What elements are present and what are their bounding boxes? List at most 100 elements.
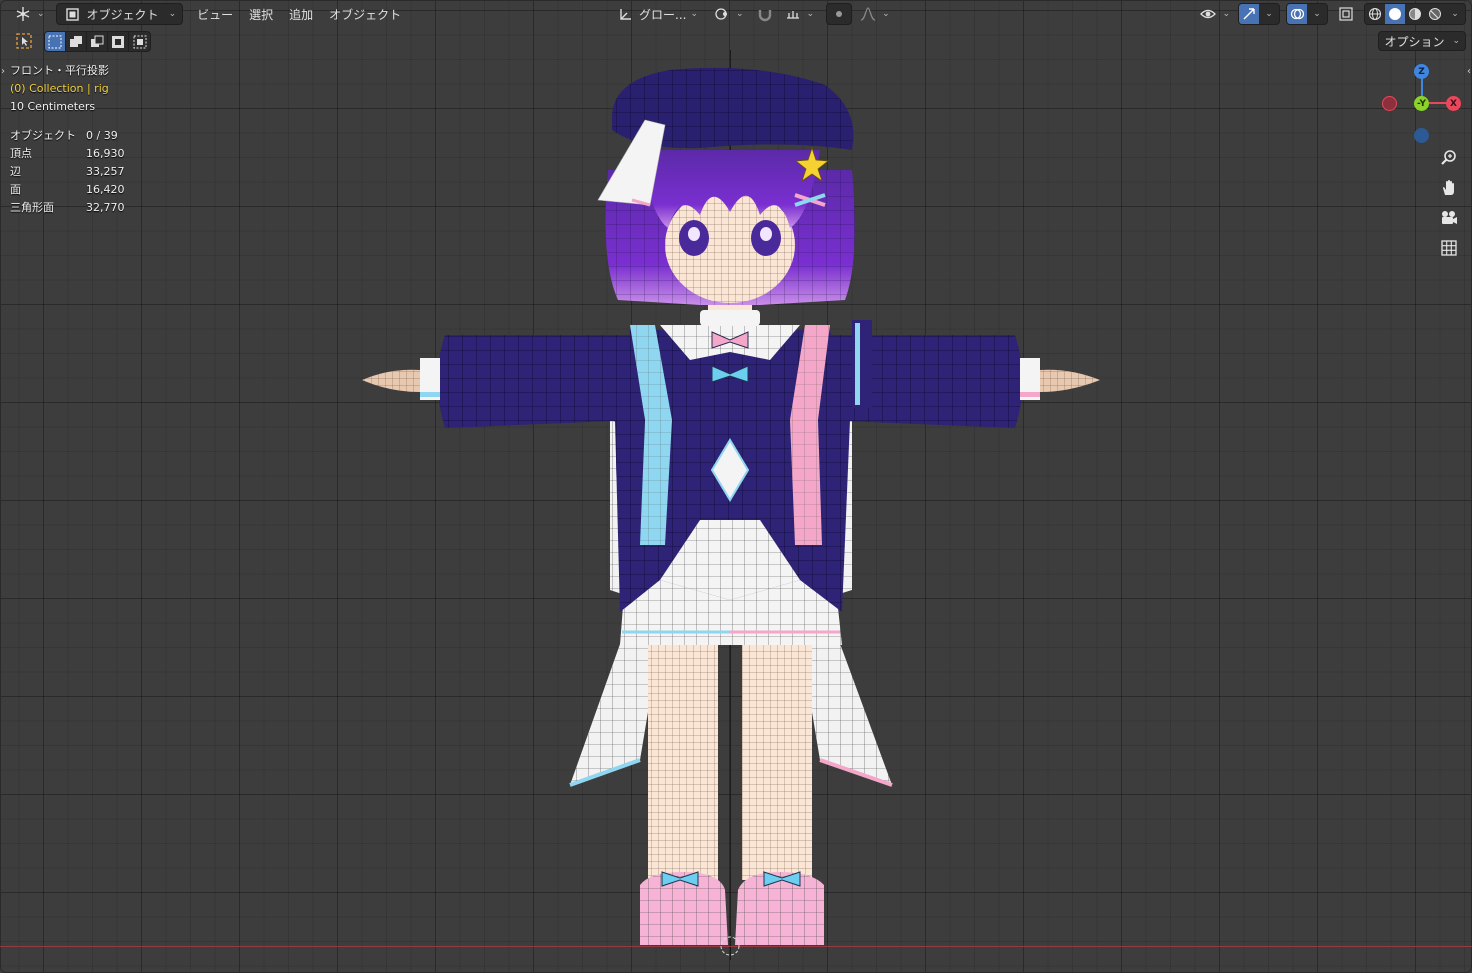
hand-icon bbox=[1443, 180, 1454, 195]
character-model[interactable] bbox=[355, 62, 1105, 960]
tool-settings-row: オプション ⌄ bbox=[0, 30, 1472, 52]
shading-mode-group: ⌄ bbox=[1364, 3, 1466, 25]
stat-row: 頂点 16,930 bbox=[10, 145, 125, 163]
snap-toggle[interactable] bbox=[753, 3, 777, 25]
active-tool-button[interactable] bbox=[14, 32, 34, 50]
viewport-text-overlay: フロント・平行投影 (0) Collection | rig 10 Centim… bbox=[10, 62, 125, 217]
visibility-dropdown[interactable]: ⌄ bbox=[1196, 3, 1232, 25]
editor-type-button[interactable]: ⌄ bbox=[8, 3, 50, 25]
gizmo-y-label: -Y bbox=[1417, 98, 1426, 109]
mode-extend-selection[interactable] bbox=[66, 32, 87, 51]
gizmo-z-label: Z bbox=[1418, 66, 1425, 77]
collection-info: (0) Collection | rig bbox=[10, 82, 109, 95]
proportional-edit-toggle[interactable] bbox=[826, 3, 853, 25]
chevron-down-icon: ⌄ bbox=[1313, 9, 1321, 19]
stat-value: 16,930 bbox=[86, 147, 125, 160]
view-name: フロント・平行投影 bbox=[10, 64, 109, 77]
gizmo-neg-y-axis[interactable]: -Y bbox=[1414, 96, 1429, 111]
gizmo-z-axis[interactable]: Z bbox=[1414, 64, 1429, 79]
menu-view[interactable]: ビュー bbox=[189, 3, 241, 25]
stat-row: オブジェクト 0 / 39 bbox=[10, 127, 125, 145]
material-sphere-icon bbox=[1409, 8, 1421, 20]
mode-new-selection[interactable] bbox=[45, 32, 66, 51]
shading-wireframe[interactable] bbox=[1365, 4, 1385, 24]
overlays-icon bbox=[1290, 8, 1304, 20]
shading-dropdown[interactable]: ⌄ bbox=[1445, 4, 1465, 24]
stat-row: 辺 33,257 bbox=[10, 163, 125, 181]
transform-orientation-label: グロー... bbox=[639, 7, 687, 22]
transform-orientation-dropdown[interactable]: グロー... ⌄ bbox=[610, 3, 703, 25]
shading-solid[interactable] bbox=[1385, 4, 1405, 24]
xray-toggle[interactable] bbox=[1334, 3, 1358, 25]
chevron-down-icon: ⌄ bbox=[1451, 9, 1459, 19]
options-dropdown[interactable]: オプション ⌄ bbox=[1378, 31, 1466, 51]
magnet-icon bbox=[755, 4, 775, 24]
3d-viewport-icon bbox=[13, 4, 33, 24]
gizmo-x-axis[interactable]: X bbox=[1446, 96, 1461, 111]
mode-intersect-selection[interactable] bbox=[129, 32, 150, 51]
object-mode-icon bbox=[63, 4, 83, 24]
overlay-dropdown[interactable]: ⌄ bbox=[1307, 4, 1327, 24]
chevron-down-icon: ⌄ bbox=[806, 9, 815, 19]
global-orientation-icon bbox=[615, 4, 635, 24]
eye-icon bbox=[1198, 4, 1218, 24]
chevron-down-icon: ⌄ bbox=[736, 9, 744, 19]
xray-icon bbox=[1336, 4, 1356, 24]
stat-label: 頂点 bbox=[10, 147, 32, 160]
camera-view-button[interactable] bbox=[1436, 205, 1462, 231]
menu-add[interactable]: 追加 bbox=[281, 3, 321, 25]
gizmo-neg-z-axis[interactable] bbox=[1414, 128, 1429, 143]
chevron-down-icon: ⌄ bbox=[1265, 9, 1273, 19]
overlay-toggle-group: ⌄ bbox=[1286, 3, 1328, 25]
stat-row: 三角形面 32,770 bbox=[10, 199, 125, 217]
gizmo-toggle-group: ⌄ bbox=[1238, 3, 1280, 25]
mode-subtract-selection[interactable] bbox=[87, 32, 108, 51]
menu-object[interactable]: オブジェクト bbox=[321, 3, 409, 25]
mode-label: オブジェクト bbox=[86, 7, 159, 22]
sidebar-expand-icon[interactable]: ‹ bbox=[1467, 66, 1471, 77]
overlay-toggle[interactable] bbox=[1287, 4, 1307, 24]
shading-rendered[interactable] bbox=[1425, 4, 1445, 24]
scene-statistics: オブジェクト 0 / 39 頂点 16,930 辺 33,257 面 16,420 三角… bbox=[10, 127, 125, 217]
gizmo-x-label: X bbox=[1450, 98, 1457, 109]
menu-select[interactable]: 選択 bbox=[241, 3, 281, 25]
stat-label: オブジェクト bbox=[10, 129, 76, 142]
extend-selection-icon bbox=[70, 35, 82, 47]
stat-row: 面 16,420 bbox=[10, 181, 125, 199]
gizmo-toggle[interactable] bbox=[1239, 4, 1259, 24]
snap-target-dropdown[interactable]: ⌄ bbox=[781, 3, 817, 25]
invert-selection-icon bbox=[112, 35, 124, 48]
stat-value: 16,420 bbox=[86, 183, 125, 196]
subtract-selection-icon bbox=[91, 35, 104, 47]
pan-button[interactable] bbox=[1436, 175, 1462, 201]
options-label: オプション bbox=[1384, 34, 1445, 49]
grid-scale: 10 Centimeters bbox=[10, 100, 96, 113]
wireframe-sphere-icon bbox=[1368, 7, 1382, 21]
intersect-selection-icon bbox=[133, 35, 146, 48]
falloff-curve-icon bbox=[858, 4, 878, 24]
proportional-editing-icon bbox=[829, 4, 849, 24]
stat-label: 辺 bbox=[10, 165, 21, 178]
chevron-down-icon: ⌄ bbox=[882, 9, 890, 19]
pivot-icon bbox=[712, 4, 732, 24]
gizmo-neg-x-axis[interactable] bbox=[1382, 96, 1397, 111]
stat-value: 0 / 39 bbox=[86, 129, 118, 142]
solid-sphere-icon bbox=[1389, 8, 1401, 20]
toggle-projection-button[interactable] bbox=[1436, 235, 1462, 261]
toolbar-expand-icon[interactable]: › bbox=[1, 66, 5, 77]
grid-icon bbox=[1441, 240, 1457, 256]
character-model-illustration bbox=[362, 67, 1100, 956]
mode-dropdown[interactable]: オブジェクト ⌄ bbox=[55, 3, 184, 25]
pivot-point-dropdown[interactable]: ⌄ bbox=[707, 3, 749, 25]
navigation-gizmo[interactable]: Z X -Y bbox=[1380, 62, 1464, 146]
selection-mode-group bbox=[44, 31, 151, 52]
mode-invert-selection[interactable] bbox=[108, 32, 129, 51]
stat-value: 32,770 bbox=[86, 201, 125, 214]
gizmo-dropdown[interactable]: ⌄ bbox=[1259, 4, 1279, 24]
viewport-header: ⌄ オブジェクト ⌄ ビュー 選択 追加 オブジェクト グロー... ⌄ ⌄ ⌄… bbox=[0, 0, 1472, 28]
proportional-falloff-dropdown[interactable]: ⌄ bbox=[856, 3, 892, 25]
zoom-button[interactable] bbox=[1436, 145, 1462, 171]
stat-label: 三角形面 bbox=[10, 201, 54, 214]
set-selection-icon bbox=[48, 35, 62, 48]
shading-material[interactable] bbox=[1405, 4, 1425, 24]
